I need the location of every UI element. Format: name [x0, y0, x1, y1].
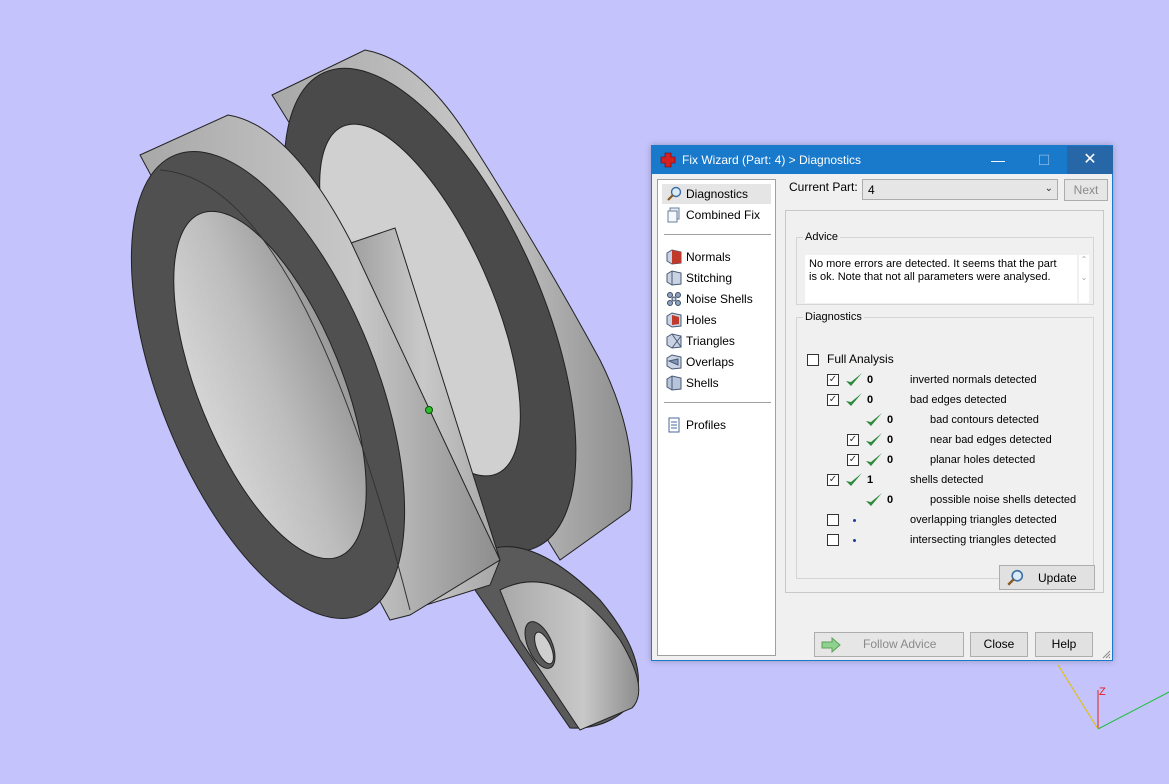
triangles-icon [666, 333, 682, 349]
inverted-normals-count: 0 [867, 374, 874, 386]
nav-item-label: Diagnostics [686, 187, 749, 201]
document-icon [668, 417, 680, 433]
pending-dot-icon [853, 539, 856, 542]
stitching-icon [666, 270, 682, 286]
shells-checkbox[interactable]: ✓ [827, 474, 839, 486]
arrow-right-icon [821, 637, 841, 653]
nav-item-label: Shells [686, 376, 719, 390]
medical-cross-icon [660, 152, 676, 168]
nav-separator [664, 402, 771, 403]
planar-holes-checkbox[interactable]: ✓ [847, 454, 859, 466]
full-analysis-label: Full Analysis [827, 352, 894, 366]
current-part-dropdown[interactable]: 4 ⌄ [862, 179, 1058, 200]
planar-holes-label: planar holes detected [930, 454, 1036, 466]
next-button[interactable]: Next [1064, 179, 1108, 201]
nav-item-label: Overlaps [686, 355, 735, 369]
nav-item-shells[interactable]: Shells [662, 373, 771, 393]
minimize-button[interactable]: — [975, 146, 1021, 174]
resize-grip-icon[interactable] [1101, 649, 1111, 659]
inverted-normals-checkbox[interactable]: ✓ [827, 374, 839, 386]
noise-shells-count: 0 [887, 494, 894, 506]
title-bar[interactable]: Fix Wizard (Part: 4) > Diagnostics — ☐ ✕ [652, 146, 1113, 174]
nav-item-label: Holes [686, 313, 717, 327]
intersecting-triangles-checkbox[interactable] [827, 534, 839, 546]
nav-item-label: Combined Fix [686, 208, 761, 222]
noise-shells-icon [667, 292, 681, 306]
near-bad-edges-count: 0 [887, 434, 894, 446]
diagnostics-panel: Advice No more errors are detected. It s… [785, 210, 1104, 593]
magnifier-icon [1007, 569, 1024, 586]
update-button[interactable]: Update [999, 565, 1095, 590]
green-check-icon [846, 473, 862, 486]
fix-wizard-dialog: Fix Wizard (Part: 4) > Diagnostics — ☐ ✕… [651, 145, 1113, 661]
intersecting-triangles-label: intersecting triangles detected [910, 534, 1057, 546]
nav-item-label: Normals [686, 250, 731, 264]
full-analysis-checkbox[interactable] [807, 354, 819, 366]
advice-group-title: Advice [805, 231, 839, 243]
bad-edges-label: bad edges detected [910, 394, 1007, 406]
nav-item-holes[interactable]: Holes [662, 310, 771, 330]
z-axis-label: Z [1099, 686, 1106, 698]
green-check-icon [866, 493, 882, 506]
maximize-button[interactable]: ☐ [1021, 146, 1067, 174]
nav-separator [664, 234, 771, 235]
magnifier-icon [667, 186, 682, 201]
current-part-value: 4 [868, 183, 875, 197]
nav-item-diagnostics[interactable]: Diagnostics [662, 184, 771, 204]
bad-contours-count: 0 [887, 414, 894, 426]
combined-fix-icon [667, 207, 680, 223]
shells-label: shells detected [910, 474, 984, 486]
bad-contours-label: bad contours detected [930, 414, 1039, 426]
follow-advice-label: Follow Advice [863, 637, 937, 651]
nav-item-label: Stitching [686, 271, 733, 285]
nav-item-normals[interactable]: Normals [662, 247, 771, 267]
near-bad-edges-checkbox[interactable]: ✓ [847, 434, 859, 446]
window-title: Fix Wizard (Part: 4) > Diagnostics [682, 153, 862, 167]
close-button[interactable]: Close [970, 632, 1028, 657]
noise-shells-label: possible noise shells detected [930, 494, 1077, 506]
shells-icon [666, 375, 682, 391]
close-window-button[interactable]: ✕ [1067, 146, 1113, 174]
overlapping-triangles-checkbox[interactable] [827, 514, 839, 526]
shells-count: 1 [867, 474, 874, 486]
pivot-point [425, 406, 433, 414]
nav-item-combined-fix[interactable]: Combined Fix [662, 205, 771, 225]
green-check-icon [846, 393, 862, 406]
advice-scrollbar[interactable]: ⌃ ⌄ [1079, 255, 1089, 303]
help-button[interactable]: Help [1035, 632, 1093, 657]
nav-item-overlaps[interactable]: Overlaps [662, 352, 771, 372]
part-model[interactable] [75, 28, 640, 731]
update-button-label: Update [1038, 571, 1077, 585]
green-check-icon [866, 433, 882, 446]
wizard-nav-list: Diagnostics Combined Fix Normals Stitchi… [657, 179, 776, 656]
pending-dot-icon [853, 519, 856, 522]
holes-icon [666, 312, 682, 328]
bad-edges-checkbox[interactable]: ✓ [827, 394, 839, 406]
follow-advice-button[interactable]: Follow Advice [814, 632, 964, 657]
nav-item-label: Noise Shells [686, 292, 753, 306]
advice-group: Advice No more errors are detected. It s… [796, 231, 1094, 305]
chevron-down-icon: ⌄ [1044, 183, 1053, 194]
overlaps-icon [666, 354, 682, 370]
nav-item-label: Profiles [686, 418, 727, 432]
near-bad-edges-label: near bad edges detected [930, 434, 1052, 446]
axis-triad: Z [1057, 664, 1169, 730]
nav-item-stitching[interactable]: Stitching [662, 268, 771, 288]
nav-item-label: Triangles [686, 334, 735, 348]
nav-item-triangles[interactable]: Triangles [662, 331, 771, 351]
nav-item-noise-shells[interactable]: Noise Shells [662, 289, 771, 309]
current-part-label: Current Part: [789, 180, 858, 194]
green-check-icon [866, 413, 882, 426]
diagnostics-group: Diagnostics Full Analysis ✓ 0 inverted n… [796, 311, 1095, 590]
inverted-normals-label: inverted normals detected [910, 374, 1037, 386]
green-check-icon [846, 373, 862, 386]
overlapping-triangles-label: overlapping triangles detected [910, 514, 1057, 526]
green-check-icon [866, 453, 882, 466]
bad-edges-count: 0 [867, 394, 874, 406]
normals-icon [666, 249, 682, 265]
nav-item-profiles[interactable]: Profiles [662, 415, 771, 435]
advice-text: No more errors are detected. It seems th… [805, 255, 1077, 303]
planar-holes-count: 0 [887, 454, 894, 466]
diagnostics-group-title: Diagnostics [805, 311, 862, 323]
